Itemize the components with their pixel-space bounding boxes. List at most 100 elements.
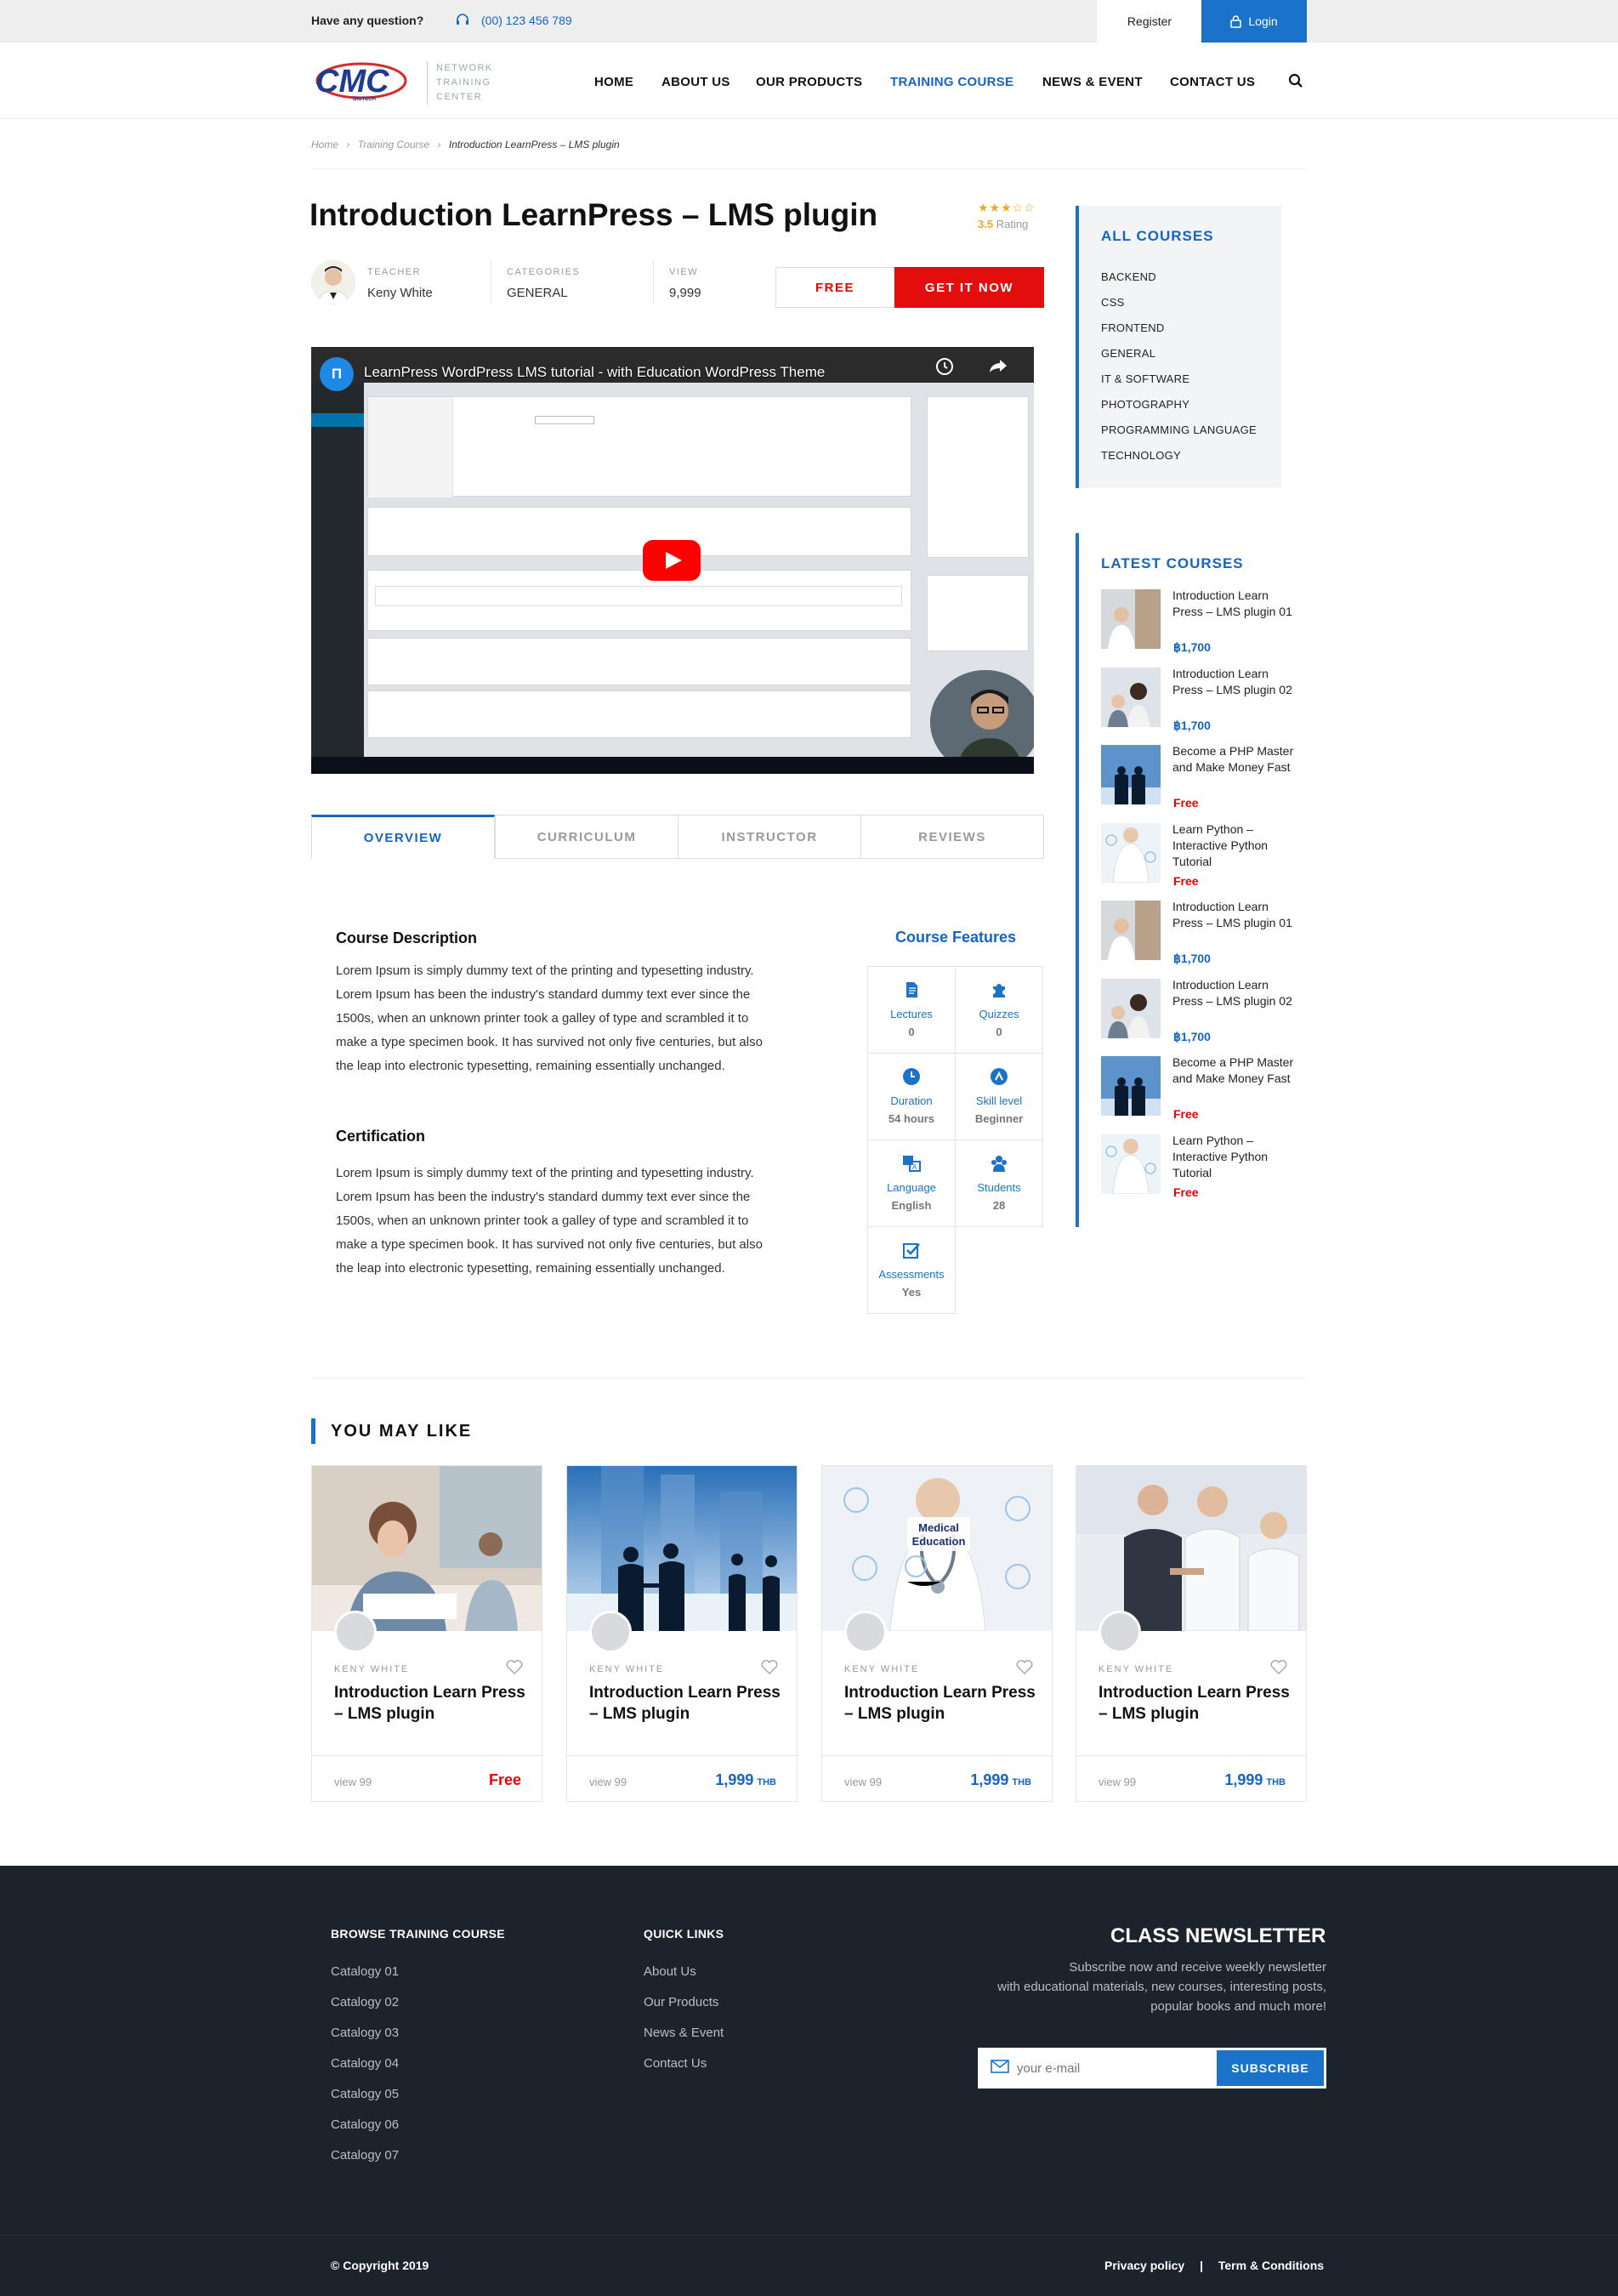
video-title[interactable]: LearnPress WordPress LMS tutorial - with… xyxy=(364,364,825,381)
latest-course-title[interactable]: Learn Python – Interactive Python Tutorial xyxy=(1172,1133,1304,1181)
latest-course-thumbnail[interactable] xyxy=(1101,1134,1161,1194)
category-link-technology[interactable]: TECHNOLOGY xyxy=(1101,449,1181,462)
email-input[interactable] xyxy=(1017,2054,1211,2082)
breadcrumb-home[interactable]: Home xyxy=(311,139,338,151)
latest-course-title[interactable]: Introduction Learn Press – LMS plugin 02 xyxy=(1172,666,1304,698)
category-link-it-software[interactable]: IT & SOFTWARE xyxy=(1101,372,1189,385)
divider xyxy=(1076,1755,1306,1756)
course-card[interactable]: KENY WHITE Introduction Learn Press – LM… xyxy=(1076,1465,1307,1802)
login-button[interactable]: Login xyxy=(1201,0,1307,43)
subscribe-button[interactable]: SUBSCRIBE xyxy=(1217,2050,1324,2086)
category-value[interactable]: GENERAL xyxy=(507,286,568,300)
teacher-avatar[interactable] xyxy=(311,260,355,304)
category-link-photography[interactable]: PHOTOGRAPHY xyxy=(1101,398,1189,411)
search-icon[interactable] xyxy=(1288,73,1303,93)
category-link-backend[interactable]: BACKEND xyxy=(1101,270,1156,283)
latest-course-price: ฿1,700 xyxy=(1173,718,1211,732)
heart-icon[interactable] xyxy=(1270,1660,1287,1679)
latest-course-thumbnail[interactable] xyxy=(1101,901,1161,960)
lock-icon xyxy=(1230,14,1242,28)
latest-course-thumbnail[interactable] xyxy=(1101,667,1161,727)
title-line: Introduction Learn xyxy=(1172,900,1269,913)
terms-link[interactable]: Term & Conditions xyxy=(1218,2259,1324,2272)
cmc-logo[interactable]: CMC BIOTECH xyxy=(310,60,408,108)
footer-link-catalogy-06[interactable]: Catalogy 06 xyxy=(331,2117,399,2132)
title-line: Introduction Learn xyxy=(1172,588,1269,602)
footer-link-catalogy-03[interactable]: Catalogy 03 xyxy=(331,2026,399,2040)
nav-news-event[interactable]: NEWS & EVENT xyxy=(1042,75,1143,89)
play-button[interactable] xyxy=(643,540,701,581)
latest-course-title[interactable]: Become a PHP Master and Make Money Fast xyxy=(1172,743,1304,776)
price-currency: THB xyxy=(757,1777,776,1787)
tab-reviews[interactable]: REVIEWS xyxy=(860,815,1044,859)
feature-label: Assessments xyxy=(878,1268,945,1281)
heart-icon[interactable] xyxy=(761,1660,778,1679)
category-link-general[interactable]: GENERAL xyxy=(1101,347,1155,360)
register-button[interactable]: Register xyxy=(1097,0,1202,43)
card-price: Free xyxy=(489,1771,521,1789)
latest-course-price: Free xyxy=(1173,1107,1199,1121)
card-title[interactable]: Introduction Learn Press – LMS plugin xyxy=(844,1682,1040,1725)
tab-overview[interactable]: OVERVIEW xyxy=(311,815,495,859)
puzzle-icon xyxy=(990,980,1008,999)
heart-icon[interactable] xyxy=(506,1660,523,1679)
tab-instructor[interactable]: INSTRUCTOR xyxy=(678,815,861,859)
nav-contact-us[interactable]: CONTACT US xyxy=(1170,75,1255,89)
watch-later-icon[interactable] xyxy=(935,357,954,380)
course-card[interactable]: KENY WHITE Introduction Learn Press – LM… xyxy=(311,1465,542,1802)
get-it-now-button[interactable]: GET IT NOW xyxy=(894,267,1044,308)
teacher-name[interactable]: Keny White xyxy=(367,286,433,300)
video-panel xyxy=(367,691,911,738)
latest-course-title[interactable]: Become a PHP Master and Make Money Fast xyxy=(1172,1054,1304,1087)
latest-course-price: Free xyxy=(1173,873,1199,888)
logo-tagline: NETWORK TRAINING CENTER xyxy=(427,61,493,105)
footer-link-catalogy-07[interactable]: Catalogy 07 xyxy=(331,2148,399,2162)
latest-course-thumbnail[interactable] xyxy=(1101,822,1161,883)
channel-avatar-icon[interactable]: П xyxy=(320,357,354,391)
nav-about-us[interactable]: ABOUT US xyxy=(661,75,730,89)
title-line: Learn Python – xyxy=(1172,1133,1253,1147)
paragraph-line: Lorem Ipsum is simply dummy text of the … xyxy=(336,963,754,978)
nav-training-course[interactable]: TRAINING COURSE xyxy=(890,75,1013,89)
share-icon[interactable] xyxy=(988,357,1008,380)
footer-link-news-event[interactable]: News & Event xyxy=(644,2026,724,2040)
paragraph-line: 1500s, when an unknown printer took a ga… xyxy=(336,1011,749,1026)
category-link-programming-language[interactable]: PROGRAMMING LANGUAGE xyxy=(1101,423,1257,436)
latest-course-title[interactable]: Introduction Learn Press – LMS plugin 01 xyxy=(1172,899,1304,931)
video-panel xyxy=(927,396,1029,558)
rating-label: Rating xyxy=(996,218,1029,230)
tab-curriculum[interactable]: CURRICULUM xyxy=(495,815,678,859)
breadcrumb-training-course[interactable]: Training Course xyxy=(358,139,429,151)
latest-course-title[interactable]: Introduction Learn Press – LMS plugin 02 xyxy=(1172,977,1304,1009)
footer-link-catalogy-04[interactable]: Catalogy 04 xyxy=(331,2056,399,2071)
card-title[interactable]: Introduction Learn Press – LMS plugin xyxy=(589,1682,785,1725)
card-title[interactable]: Introduction Learn Press – LMS plugin xyxy=(334,1682,530,1725)
course-card[interactable]: KENY WHITE Introduction Learn Press – LM… xyxy=(566,1465,798,1802)
card-title[interactable]: Introduction Learn Press – LMS plugin xyxy=(1099,1682,1294,1725)
heart-icon[interactable] xyxy=(1016,1660,1033,1679)
latest-course-thumbnail[interactable] xyxy=(1101,745,1161,804)
latest-course-title[interactable]: Introduction Learn Press – LMS plugin 01 xyxy=(1172,588,1304,620)
latest-course-title[interactable]: Learn Python – Interactive Python Tutorial xyxy=(1172,821,1304,870)
free-button[interactable]: FREE xyxy=(775,267,894,308)
privacy-policy-link[interactable]: Privacy policy xyxy=(1104,2259,1184,2272)
latest-course-thumbnail[interactable] xyxy=(1101,978,1161,1038)
category-link-css[interactable]: CSS xyxy=(1101,296,1125,309)
category-link-frontend[interactable]: FRONTEND xyxy=(1101,321,1165,334)
course-video[interactable]: П LearnPress WordPress LMS tutorial - wi… xyxy=(311,347,1034,774)
latest-course-thumbnail[interactable] xyxy=(1101,1056,1161,1116)
footer-link-catalogy-01[interactable]: Catalogy 01 xyxy=(331,1964,399,1979)
course-card[interactable]: Medical Education KENY WHITE Introduction… xyxy=(821,1465,1053,1802)
tagline-line: NETWORK xyxy=(436,63,493,73)
footer-link-catalogy-02[interactable]: Catalogy 02 xyxy=(331,1995,399,2009)
latest-course-thumbnail[interactable] xyxy=(1101,589,1161,649)
footer-link-about-us[interactable]: About Us xyxy=(644,1964,696,1979)
course-image: Medical Education xyxy=(822,1466,1052,1631)
footer-link-catalogy-05[interactable]: Catalogy 05 xyxy=(331,2087,399,2101)
newsletter-line: with educational materials, new courses,… xyxy=(997,1980,1326,1994)
nav-home[interactable]: HOME xyxy=(594,75,633,89)
footer-link-our-products[interactable]: Our Products xyxy=(644,1995,718,2009)
footer-link-contact-us[interactable]: Contact Us xyxy=(644,2056,707,2071)
phone-link[interactable]: (00) 123 456 789 xyxy=(481,14,572,27)
nav-our-products[interactable]: OUR PRODUCTS xyxy=(756,75,862,89)
